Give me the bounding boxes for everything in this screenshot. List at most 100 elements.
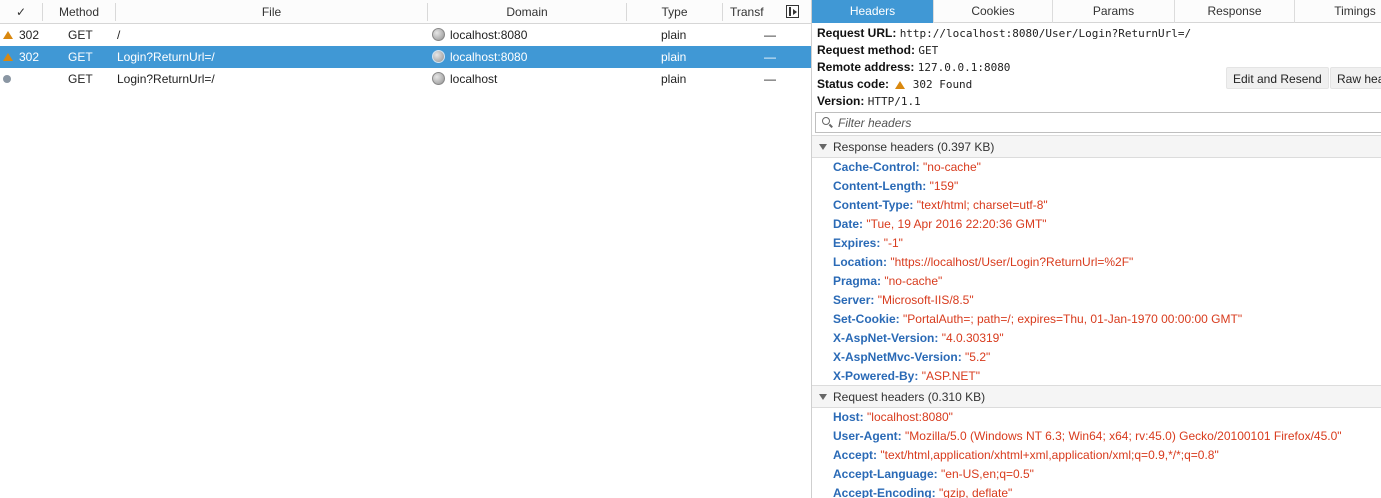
- request-domain: localhost: [450, 72, 498, 86]
- tab-headers[interactable]: Headers: [812, 0, 934, 23]
- header-value: "ASP.NET": [921, 369, 981, 383]
- header-value: "-1": [883, 236, 903, 250]
- tab-cookies[interactable]: Cookies: [934, 0, 1053, 23]
- header-row[interactable]: Location: "https://localhost/User/Login?…: [833, 253, 1133, 272]
- request-url-line: Request URL: http://localhost:8080/User/…: [817, 25, 1191, 42]
- header-row[interactable]: Server: "Microsoft-IIS/8.5": [833, 291, 974, 310]
- header-row[interactable]: Date: "Tue, 19 Apr 2016 22:20:36 GMT": [833, 215, 1047, 234]
- request-method: GET: [68, 72, 93, 86]
- header-value: "PortalAuth=; path=/; expires=Thu, 01-Ja…: [903, 312, 1243, 326]
- request-type: plain: [661, 28, 687, 42]
- column-file[interactable]: File: [116, 0, 427, 24]
- header-value: "text/html; charset=utf-8": [916, 198, 1048, 212]
- header-row[interactable]: X-AspNet-Version: "4.0.30319": [833, 329, 1004, 348]
- edit-and-resend-button[interactable]: Edit and Resend: [1226, 67, 1329, 89]
- request-row-selected[interactable]: 302 GET Login?ReturnUrl=/ localhost:8080…: [0, 46, 811, 68]
- request-domain: localhost:8080: [450, 28, 528, 42]
- header-row[interactable]: Host: "localhost:8080": [833, 408, 953, 427]
- header-row[interactable]: User-Agent: "Mozilla/5.0 (Windows NT 6.3…: [833, 427, 1342, 446]
- request-row[interactable]: GET Login?ReturnUrl=/ localhost plain —: [0, 68, 811, 90]
- header-name: Set-Cookie:: [833, 312, 900, 326]
- header-name: X-Powered-By:: [833, 369, 919, 383]
- toggle-sidebar-icon[interactable]: [786, 5, 799, 18]
- request-url-value: http://localhost:8080/User/Login?ReturnU…: [899, 27, 1192, 40]
- header-row[interactable]: Cache-Control: "no-cache": [833, 158, 981, 177]
- header-value: "no-cache": [923, 160, 981, 174]
- header-name: Accept:: [833, 448, 878, 462]
- header-row[interactable]: Expires: "-1": [833, 234, 903, 253]
- column-type[interactable]: Type: [627, 0, 722, 24]
- warning-icon: [895, 81, 906, 89]
- remote-address-label: Remote address:: [817, 60, 915, 74]
- request-headers-section-header[interactable]: Request headers (0.310 KB): [812, 385, 1381, 408]
- request-type: plain: [661, 50, 687, 64]
- header-name: Expires:: [833, 236, 881, 250]
- http-version-value: HTTP/1.1: [867, 95, 921, 108]
- header-value: "4.0.30319": [941, 331, 1004, 345]
- response-headers-section-header[interactable]: Response headers (0.397 KB): [812, 135, 1381, 158]
- column-divider[interactable]: [722, 3, 723, 21]
- header-name: X-AspNetMvc-Version:: [833, 350, 962, 364]
- request-file: Login?ReturnUrl=/: [117, 72, 215, 86]
- column-transferred[interactable]: Transf: [730, 0, 780, 24]
- network-monitor: ✓ Method File Domain Type Transf 302 GET…: [0, 0, 1381, 498]
- header-row[interactable]: Content-Length: "159": [833, 177, 958, 196]
- request-headers-label: Request headers (0.310 KB): [833, 390, 986, 404]
- header-name: Host:: [833, 410, 864, 424]
- header-row[interactable]: Pragma: "no-cache": [833, 272, 942, 291]
- http-version-line: Version: HTTP/1.1: [817, 93, 921, 110]
- header-name: Content-Length:: [833, 179, 927, 193]
- header-value: "159": [929, 179, 959, 193]
- header-row[interactable]: Accept: "text/html,application/xhtml+xml…: [833, 446, 1219, 465]
- tab-response[interactable]: Response: [1175, 0, 1295, 23]
- collapse-arrow-icon[interactable]: [819, 394, 827, 400]
- request-transferred: —: [764, 50, 776, 64]
- request-domain: localhost:8080: [450, 50, 528, 64]
- request-row[interactable]: 302 GET / localhost:8080 plain —: [0, 24, 811, 46]
- globe-icon: [432, 28, 445, 41]
- header-name: Server:: [833, 293, 875, 307]
- warning-icon: [3, 31, 13, 39]
- header-name: Accept-Encoding:: [833, 486, 936, 498]
- status-code-label: Status code:: [817, 77, 890, 91]
- header-value: "Microsoft-IIS/8.5": [877, 293, 974, 307]
- request-file: /: [117, 28, 121, 42]
- header-value: "no-cache": [884, 274, 943, 288]
- header-name: Pragma:: [833, 274, 882, 288]
- header-name: Date:: [833, 217, 864, 231]
- header-row[interactable]: X-Powered-By: "ASP.NET": [833, 367, 980, 386]
- header-name: Cache-Control:: [833, 160, 920, 174]
- status-code-line: Status code: 302 Found: [817, 76, 972, 93]
- request-type: plain: [661, 72, 687, 86]
- header-value: "Tue, 19 Apr 2016 22:20:36 GMT": [866, 217, 1047, 231]
- header-row[interactable]: Content-Type: "text/html; charset=utf-8": [833, 196, 1048, 215]
- header-value: "Mozilla/5.0 (Windows NT 6.3; Win64; x64…: [905, 429, 1342, 443]
- request-status: 302: [19, 50, 40, 64]
- header-row[interactable]: Accept-Language: "en-US,en;q=0.5": [833, 465, 1034, 484]
- warning-icon: [3, 53, 13, 61]
- header-name: User-Agent:: [833, 429, 902, 443]
- header-name: Accept-Language:: [833, 467, 938, 481]
- header-row[interactable]: Accept-Encoding: "gzip, deflate": [833, 484, 1012, 498]
- request-details-panel: Headers Cookies Params Response Timings …: [812, 0, 1381, 498]
- filter-headers-box: [815, 112, 1381, 133]
- request-list-panel: ✓ Method File Domain Type Transf 302 GET…: [0, 0, 811, 498]
- collapse-arrow-icon[interactable]: [819, 144, 827, 150]
- request-status: 302: [19, 28, 40, 42]
- globe-icon: [432, 50, 445, 63]
- header-row[interactable]: Set-Cookie: "PortalAuth=; path=/; expire…: [833, 310, 1242, 329]
- raw-headers-button[interactable]: Raw headers: [1330, 67, 1381, 89]
- tab-params[interactable]: Params: [1053, 0, 1175, 23]
- column-method[interactable]: Method: [43, 0, 115, 24]
- filter-headers-input[interactable]: [838, 114, 1358, 131]
- header-name: X-AspNet-Version:: [833, 331, 939, 345]
- http-version-label: Version:: [817, 94, 865, 108]
- column-status[interactable]: ✓: [0, 0, 42, 24]
- column-domain[interactable]: Domain: [428, 0, 626, 24]
- request-method-value: GET: [918, 44, 939, 57]
- header-row[interactable]: X-AspNetMvc-Version: "5.2": [833, 348, 990, 367]
- header-value: "https://localhost/User/Login?ReturnUrl=…: [890, 255, 1134, 269]
- tab-timings[interactable]: Timings: [1295, 0, 1381, 23]
- request-method: GET: [68, 50, 93, 64]
- request-url-label: Request URL:: [817, 26, 897, 40]
